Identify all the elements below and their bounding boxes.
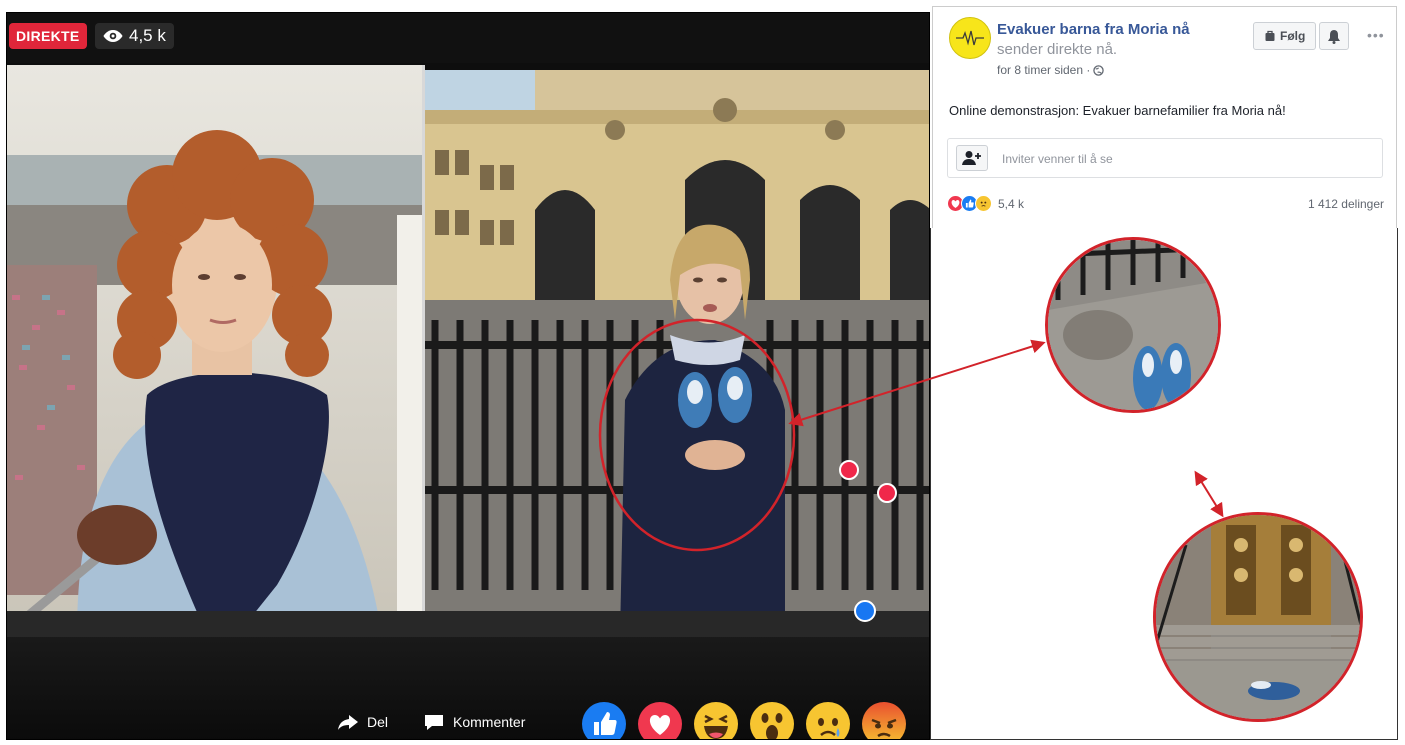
- video-caption-band: [7, 611, 929, 637]
- page-name-link[interactable]: Evakuer barna fra Moria nå: [997, 21, 1190, 38]
- page-logo-icon: [956, 30, 984, 46]
- invite-friends-row[interactable]: Inviter venner til å se: [947, 138, 1383, 178]
- globe-icon: [1093, 64, 1105, 76]
- sad-mini-icon: [975, 195, 992, 212]
- add-friend-icon: [962, 151, 981, 165]
- participant-left-video: [7, 65, 422, 635]
- zoom-shoes-on-pavement: [1045, 237, 1221, 413]
- post-side-panel: Evakuer barna fra Moria nå sender direkt…: [932, 6, 1397, 229]
- share-count[interactable]: 1 412 delinger: [1308, 197, 1384, 211]
- ellipsis-icon: •••: [1367, 27, 1385, 43]
- post-description: Online demonstrasjon: Evakuer barnefamil…: [949, 103, 1286, 118]
- reaction-haha-button[interactable]: [693, 701, 739, 739]
- viewer-count: 4,5 k: [95, 23, 174, 49]
- reaction-like-button[interactable]: [581, 701, 627, 739]
- eye-icon: [103, 30, 123, 42]
- love-icon: [638, 702, 682, 739]
- floating-love-reaction: [839, 460, 859, 480]
- haha-emoji-icon: [694, 702, 738, 739]
- reaction-summary[interactable]: 5,4 k: [947, 195, 1024, 212]
- post-timestamp[interactable]: for 8 timer siden ·: [997, 63, 1105, 77]
- comment-label: Kommenter: [453, 714, 526, 730]
- participant-right-video: [425, 70, 929, 635]
- follow-label: Følg: [1280, 29, 1306, 43]
- zoom-shoes-on-steps: [1153, 512, 1363, 722]
- bell-icon: [1328, 29, 1340, 44]
- notifications-button[interactable]: [1319, 22, 1349, 50]
- invite-friends-label: Inviter venner til å se: [1002, 152, 1113, 166]
- share-arrow-icon: [338, 715, 358, 730]
- floating-love-reaction: [877, 483, 897, 503]
- share-button[interactable]: Del: [337, 713, 388, 731]
- viewer-count-text: 4,5 k: [129, 26, 166, 45]
- live-status-text: sender direkte nå.: [997, 41, 1118, 58]
- reaction-sad-button[interactable]: [805, 701, 851, 739]
- time-ago-text: for 8 timer siden ·: [997, 63, 1091, 77]
- share-label: Del: [367, 714, 389, 730]
- sad-emoji-icon: [806, 702, 850, 739]
- page-avatar[interactable]: [949, 17, 991, 59]
- floating-like-reaction: [854, 600, 876, 622]
- live-video-player[interactable]: DIREKTE 4,5 k Del Kommenter: [6, 12, 930, 740]
- comment-bubble-icon: [425, 715, 443, 730]
- like-icon: [582, 702, 626, 739]
- comment-button[interactable]: Kommenter: [423, 713, 525, 731]
- follow-icon: [1265, 30, 1275, 41]
- wow-emoji-icon: [750, 702, 794, 739]
- screenshot-root: DIREKTE 4,5 k Del Kommenter Evakuer barn…: [0, 0, 1405, 745]
- reaction-wow-button[interactable]: [749, 701, 795, 739]
- reaction-angry-button[interactable]: [861, 701, 907, 739]
- live-badge: DIREKTE: [9, 23, 87, 49]
- angry-emoji-icon: [862, 702, 906, 739]
- reaction-love-button[interactable]: [637, 701, 683, 739]
- invite-friends-button[interactable]: [956, 145, 988, 171]
- follow-button[interactable]: Følg: [1253, 22, 1317, 50]
- more-options-button[interactable]: •••: [1367, 27, 1385, 43]
- reaction-count: 5,4 k: [998, 196, 1025, 211]
